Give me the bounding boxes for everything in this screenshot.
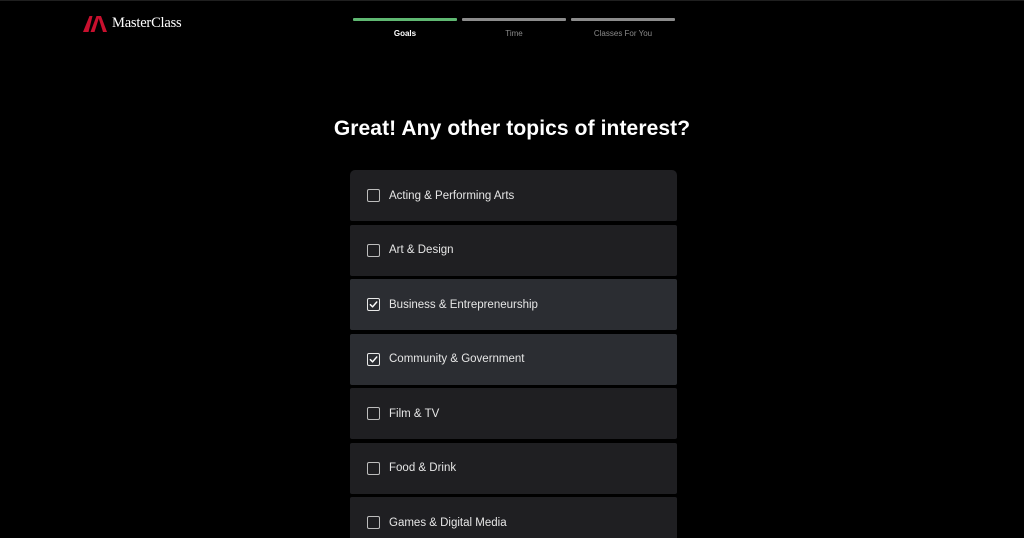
topic-label: Business & Entrepreneurship [389,298,538,311]
masterclass-logo[interactable]: MasterClass [83,15,182,32]
topic-label: Food & Drink [389,462,457,474]
topic-label: Art & Design [389,244,454,256]
topic-checkbox[interactable] [367,189,380,202]
step-progress-bar [462,18,566,21]
topic-checkbox[interactable] [367,298,380,311]
topic-option[interactable]: Community & Government [350,333,677,385]
topic-option[interactable]: Food & Drink [350,442,677,494]
topic-label: Film & TV [389,407,440,420]
step-goals[interactable]: Goals [353,18,457,38]
checkmark-icon [369,301,378,308]
checkmark-icon [369,355,378,363]
onboarding-page: MasterClass Goals Time Classes For You G… [0,0,1024,538]
topic-label: Games & Digital Media [389,516,507,529]
topic-checkbox[interactable] [367,461,380,475]
topic-option[interactable]: Art & Design [350,224,677,276]
topic-option[interactable]: Film & TV [350,388,677,439]
topic-checkbox[interactable] [367,352,380,366]
brand-name: MasterClass [112,15,182,31]
topic-option[interactable]: Acting & Performing Arts [350,170,677,221]
step-label: Classes For You [593,29,653,38]
step-label: Goals [393,29,417,38]
topic-checkbox[interactable] [367,243,380,257]
topic-label: Community & Government [389,353,525,365]
step-label: Time [505,29,523,38]
topic-label: Acting & Performing Arts [389,189,515,202]
masterclass-m-icon [83,15,107,32]
topic-option[interactable]: Business & Entrepreneurship [350,279,677,330]
page-title: Great! Any other topics of interest? [333,117,691,140]
step-classes-for-you[interactable]: Classes For You [571,18,675,38]
topic-checkbox[interactable] [367,407,380,420]
onboarding-progress: Goals Time Classes For You [353,18,675,38]
topic-list: Acting & Performing Arts Art & Design Bu… [350,170,677,538]
topic-checkbox[interactable] [367,516,380,529]
step-progress-bar [353,18,457,21]
step-time[interactable]: Time [462,18,566,38]
topic-option[interactable]: Games & Digital Media [350,497,677,538]
step-progress-bar [571,18,675,21]
